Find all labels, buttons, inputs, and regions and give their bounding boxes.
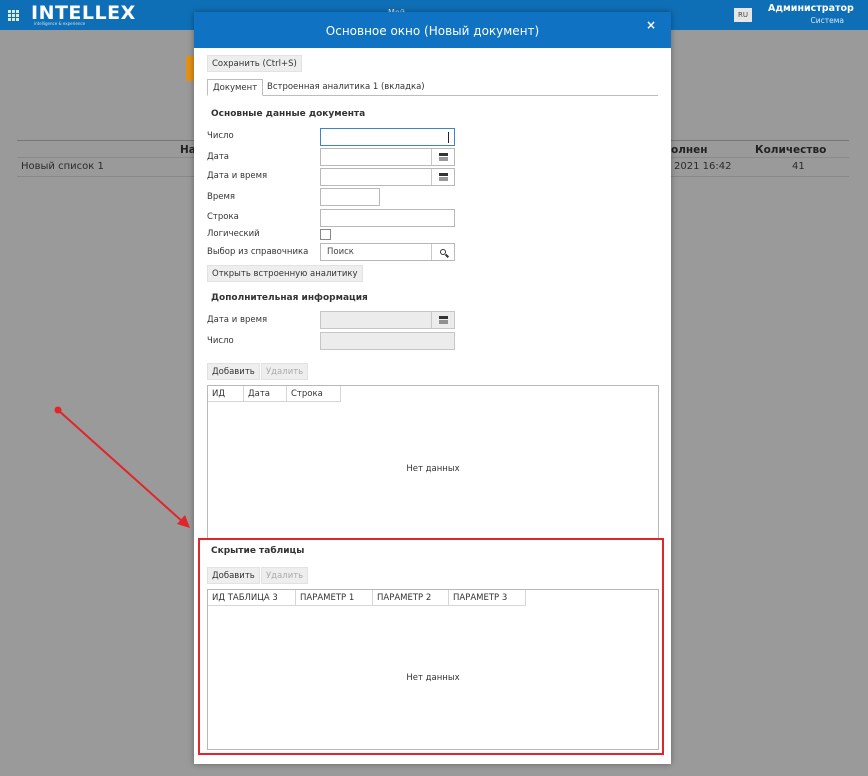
table1-col-id[interactable]: ИД <box>208 386 244 402</box>
user-role: Система <box>810 16 844 25</box>
label-datetime: Дата и время <box>207 171 268 181</box>
highlight-frame <box>198 538 664 755</box>
table1-delete-button: Удалить <box>261 363 309 380</box>
extra-number-input <box>320 332 455 350</box>
language-switch[interactable]: RU <box>734 8 752 22</box>
save-button[interactable]: Сохранить (Ctrl+S) <box>207 55 302 72</box>
calendar-icon[interactable] <box>431 149 454 165</box>
extra-datetime-input <box>320 311 455 329</box>
calendar-icon[interactable] <box>431 169 454 185</box>
table1-add-button[interactable]: Добавить <box>207 363 260 380</box>
label-extra-datetime: Дата и время <box>207 315 268 325</box>
tab-embedded-analytics[interactable]: Встроенная аналитика 1 (вкладка) <box>262 79 430 96</box>
label-number: Число <box>207 131 234 141</box>
background-orange-button <box>186 56 194 81</box>
open-analytics-button[interactable]: Открыть встроенную аналитику <box>207 265 363 282</box>
calendar-icon <box>431 312 454 328</box>
label-string: Строка <box>207 212 239 222</box>
date-input[interactable] <box>320 148 455 166</box>
label-time: Время <box>207 192 235 202</box>
section-main-title: Основные данные документа <box>211 109 366 119</box>
boolean-checkbox[interactable] <box>320 229 331 240</box>
lookup-input[interactable]: Поиск <box>320 243 455 261</box>
user-name[interactable]: Администратор <box>768 3 854 14</box>
search-icon[interactable] <box>431 244 454 260</box>
number-input[interactable] <box>320 128 455 146</box>
table1-col-date[interactable]: Дата <box>244 386 287 402</box>
modal-title: Основное окно (Новый документ) <box>325 24 540 38</box>
label-lookup: Выбор из справочника <box>207 247 309 257</box>
time-input[interactable] <box>320 188 380 206</box>
datetime-input[interactable] <box>320 168 455 186</box>
apps-grid-icon[interactable] <box>8 10 19 21</box>
section-extra-title: Дополнительная информация <box>211 293 368 303</box>
label-date: Дата <box>207 152 230 162</box>
label-boolean: Логический <box>207 229 260 239</box>
background-row-name: Новый список 1 <box>21 161 104 172</box>
background-row-qty: 41 <box>792 161 805 172</box>
table1-grid[interactable]: ИД Дата Строка Нет данных <box>207 385 659 540</box>
tab-document[interactable]: Документ <box>207 79 264 96</box>
lookup-placeholder: Поиск <box>327 247 354 257</box>
close-icon[interactable]: × <box>646 18 656 32</box>
table1-empty-message: Нет данных <box>406 464 460 474</box>
text-cursor <box>448 132 449 143</box>
table1-col-string[interactable]: Строка <box>287 386 341 402</box>
background-col-done-header: олнен <box>671 144 708 156</box>
background-row-done: 2021 16:42 <box>674 161 732 172</box>
label-extra-number: Число <box>207 336 234 346</box>
background-col-qty-header: Количество <box>755 144 827 156</box>
string-input[interactable] <box>320 209 455 227</box>
app-logo-tagline: intelligence & experience <box>34 21 86 26</box>
